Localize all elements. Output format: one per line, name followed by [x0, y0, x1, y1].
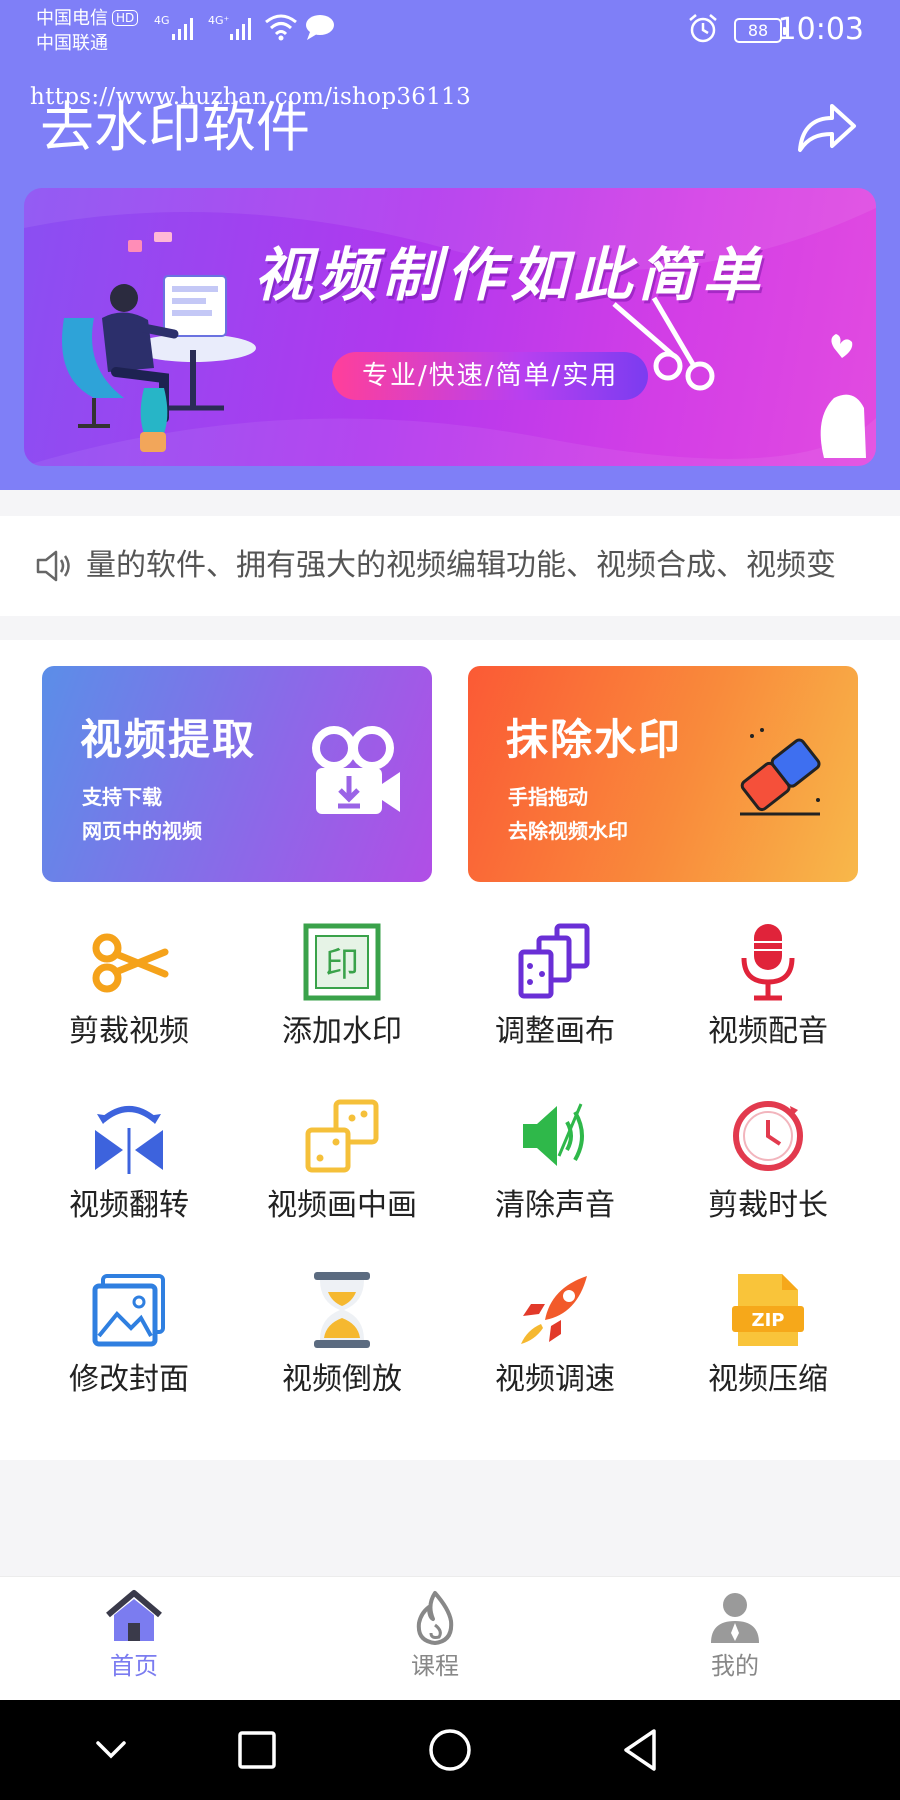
remove-watermark-card[interactable]: 抹除水印 手指拖动 去除视频水印 — [468, 666, 858, 882]
share-icon[interactable] — [794, 96, 858, 156]
tool-label: 视频翻转 — [69, 1188, 189, 1223]
message-icon — [306, 15, 334, 40]
tab-home[interactable]: 首页 — [74, 1589, 194, 1683]
rocket-icon — [521, 1276, 587, 1344]
carrier-2: 中国联通 — [36, 33, 108, 54]
flip-icon — [95, 1106, 163, 1174]
battery-indicator: 88 — [734, 18, 786, 43]
tool-compress-video[interactable]: ZIP 视频压缩 — [668, 1270, 868, 1430]
tool-label: 清除声音 — [495, 1188, 615, 1223]
signal-icon: 4G — [154, 14, 193, 40]
recents-button[interactable] — [232, 1725, 282, 1775]
system-nav-bar — [0, 1700, 900, 1800]
tool-reverse-video[interactable]: 视频倒放 — [242, 1270, 442, 1430]
tool-crop-video[interactable]: 剪裁视频 — [29, 922, 229, 1082]
promo-banner[interactable]: 视频制作如此简单 专业/快速/简单/实用 — [24, 188, 876, 466]
tool-label: 视频画中画 — [267, 1188, 417, 1223]
back-button[interactable] — [616, 1725, 666, 1775]
main-content: 视频提取 支持下载 网页中的视频 抹除水印 手指拖动 去除视频水印 剪裁视频 印… — [0, 640, 900, 1460]
microphone-icon — [741, 924, 795, 1001]
tool-label: 视频倒放 — [282, 1362, 402, 1397]
clock: 10:03 — [777, 12, 864, 47]
signal-2-label: 4G⁺ — [208, 14, 230, 27]
tool-edit-cover[interactable]: 修改封面 — [29, 1270, 229, 1430]
tab-bar: 首页 课程 我的 — [0, 1576, 900, 1700]
card-subtitle: 手指拖动 去除视频水印 — [508, 780, 628, 848]
carrier-1: 中国电信 — [36, 8, 108, 29]
tool-label: 调整画布 — [495, 1014, 615, 1049]
tab-label: 课程 — [411, 1652, 459, 1680]
tab-profile[interactable]: 我的 — [675, 1589, 795, 1683]
zip-icon: ZIP — [732, 1274, 804, 1346]
tab-courses[interactable]: 课程 — [375, 1589, 495, 1683]
scissors-icon — [92, 933, 169, 993]
stamp-icon: 印 — [303, 923, 381, 1001]
pip-icon — [305, 1099, 379, 1173]
tool-dub-video[interactable]: 视频配音 — [668, 922, 868, 1082]
chevron-down-icon[interactable] — [86, 1725, 136, 1775]
alarm-icon — [689, 14, 717, 43]
film-camera-icon — [312, 726, 400, 814]
tool-label: 剪裁视频 — [69, 1014, 189, 1049]
header: 中国电信 HD 中国联通 4G 4G⁺ 88 10:03 去水印软件 https… — [0, 0, 900, 490]
tool-speed-video[interactable]: 视频调速 — [455, 1270, 655, 1430]
card-subtitle-line: 去除视频水印 — [508, 819, 628, 843]
video-extract-card[interactable]: 视频提取 支持下载 网页中的视频 — [42, 666, 432, 882]
watermark-url: https://www.huzhan.com/ishop36113 — [30, 84, 472, 110]
tool-trim-duration[interactable]: 剪裁时长 — [668, 1096, 868, 1256]
image-icon — [92, 1274, 165, 1347]
tab-label: 首页 — [110, 1652, 158, 1680]
card-subtitle-line: 网页中的视频 — [82, 819, 202, 843]
svg-text:ZIP: ZIP — [752, 1310, 785, 1331]
flame-icon — [416, 1591, 454, 1645]
signal-1-label: 4G — [154, 14, 170, 27]
tab-label: 我的 — [711, 1652, 759, 1680]
tool-label: 视频调速 — [495, 1362, 615, 1397]
tool-flip-video[interactable]: 视频翻转 — [29, 1096, 229, 1256]
status-bar: 中国电信 HD 中国联通 4G 4G⁺ 88 10:03 — [0, 0, 900, 62]
hd-badge: HD — [112, 10, 139, 26]
banner-tagline: 专业/快速/简单/实用 — [332, 352, 649, 400]
tool-picture-in-picture[interactable]: 视频画中画 — [242, 1096, 442, 1256]
card-subtitle-line: 手指拖动 — [508, 785, 588, 809]
clock-icon — [733, 1101, 803, 1171]
user-icon — [711, 1593, 759, 1643]
tool-label: 剪裁时长 — [708, 1188, 828, 1223]
tool-add-watermark[interactable]: 印 添加水印 — [242, 922, 442, 1082]
tool-adjust-canvas[interactable]: 调整画布 — [455, 922, 655, 1082]
svg-text:印: 印 — [325, 945, 359, 985]
banner-title: 视频制作如此简单 — [254, 241, 767, 309]
notice-text: 量的软件、拥有强大的视频编辑功能、视频合成、视频变 — [86, 548, 836, 583]
hourglass-icon — [314, 1272, 370, 1348]
tool-label: 视频压缩 — [708, 1362, 828, 1397]
tool-label: 视频配音 — [708, 1014, 828, 1049]
signal-icon: 4G⁺ — [208, 14, 251, 40]
speaker-icon — [523, 1103, 584, 1166]
carrier-info: 中国电信 HD 中国联通 — [36, 6, 139, 56]
tool-label: 修改封面 — [69, 1362, 189, 1397]
notice-bar[interactable]: 量的软件、拥有强大的视频编辑功能、视频合成、视频变 — [0, 516, 900, 616]
home-icon — [106, 1590, 162, 1641]
eraser-icon — [740, 728, 821, 816]
speaker-icon — [36, 550, 70, 582]
wifi-icon — [265, 14, 297, 41]
tool-label: 添加水印 — [282, 1014, 402, 1049]
card-title: 视频提取 — [80, 715, 257, 764]
home-button[interactable] — [425, 1725, 475, 1775]
card-title: 抹除水印 — [506, 715, 683, 764]
card-subtitle: 支持下载 网页中的视频 — [82, 780, 202, 848]
tool-remove-audio[interactable]: 清除声音 — [455, 1096, 655, 1256]
canvas-icon — [518, 923, 590, 999]
card-subtitle-line: 支持下载 — [82, 785, 162, 809]
